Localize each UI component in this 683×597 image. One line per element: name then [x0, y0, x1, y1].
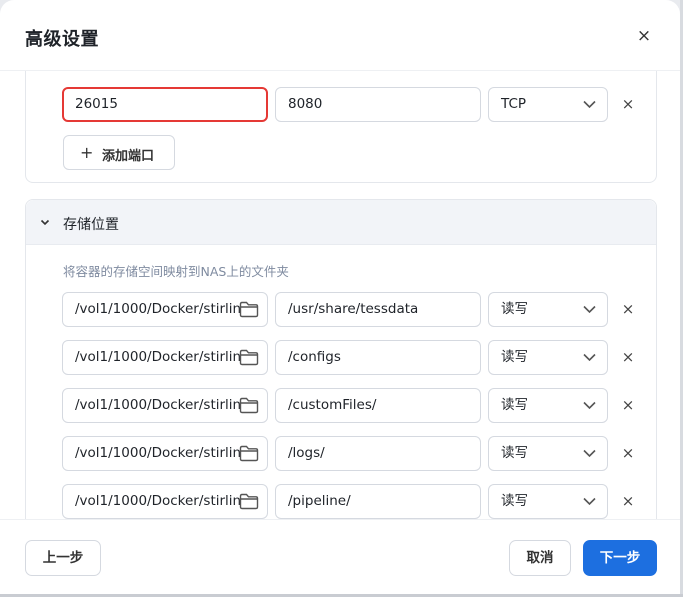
container-path-value: /pipeline/ [288, 493, 351, 509]
host-path-input[interactable]: /vol1/1000/Docker/stirlin [62, 292, 268, 327]
remove-port-icon[interactable]: × [621, 97, 635, 112]
remove-mount-icon[interactable]: × [621, 350, 635, 365]
remove-mount-icon[interactable]: × [621, 302, 635, 317]
mode-value: 读写 [501, 493, 528, 509]
advanced-settings-dialog: 高级设置 × 26015 8080 TCP × + 添加端口 存储位置 将容器的… [0, 0, 680, 597]
host-path-value: /vol1/1000/Docker/stirlin [75, 301, 242, 317]
container-path-value: /customFiles/ [288, 397, 377, 413]
chevron-down-icon [583, 401, 596, 410]
mode-select[interactable]: 读写 [488, 484, 608, 519]
mode-value: 读写 [501, 349, 528, 365]
add-port-button[interactable]: + 添加端口 [63, 135, 175, 170]
host-path-input[interactable]: /vol1/1000/Docker/stirlin [62, 388, 268, 423]
folder-icon[interactable] [239, 397, 259, 414]
chevron-down-icon[interactable] [38, 215, 52, 229]
mode-value: 读写 [501, 301, 528, 317]
dialog-title: 高级设置 [25, 29, 99, 50]
storage-section-title: 存储位置 [63, 217, 119, 233]
folder-icon[interactable] [239, 445, 259, 462]
container-path-input[interactable]: /customFiles/ [275, 388, 481, 423]
container-port-value: 8080 [288, 96, 323, 112]
host-port-value: 26015 [75, 96, 118, 112]
remove-mount-icon[interactable]: × [621, 494, 635, 509]
folder-icon[interactable] [239, 349, 259, 366]
cancel-button[interactable]: 取消 [509, 540, 571, 576]
close-icon[interactable]: × [635, 27, 653, 45]
mode-select[interactable]: 读写 [488, 436, 608, 471]
mode-select[interactable]: 读写 [488, 292, 608, 327]
chevron-down-icon [583, 100, 596, 109]
chevron-down-icon [583, 449, 596, 458]
storage-card: 存储位置 将容器的存储空间映射到NAS上的文件夹 /vol1/1000/Dock… [25, 199, 657, 519]
container-path-input[interactable]: /logs/ [275, 436, 481, 471]
folder-icon[interactable] [239, 301, 259, 318]
dialog-content[interactable]: 26015 8080 TCP × + 添加端口 存储位置 将容器的存储空间映射到… [0, 71, 680, 519]
add-port-label: 添加端口 [102, 149, 155, 164]
mode-select[interactable]: 读写 [488, 340, 608, 375]
next-step-button[interactable]: 下一步 [583, 540, 657, 576]
container-path-value: /configs [288, 349, 341, 365]
host-path-value: /vol1/1000/Docker/stirlin [75, 349, 242, 365]
folder-icon[interactable] [239, 493, 259, 510]
container-path-input[interactable]: /pipeline/ [275, 484, 481, 519]
host-path-value: /vol1/1000/Docker/stirlin [75, 397, 242, 413]
remove-mount-icon[interactable]: × [621, 398, 635, 413]
storage-section-header[interactable]: 存储位置 [26, 200, 656, 245]
protocol-select[interactable]: TCP [488, 87, 608, 122]
mode-select[interactable]: 读写 [488, 388, 608, 423]
mode-value: 读写 [501, 445, 528, 461]
mode-value: 读写 [501, 397, 528, 413]
host-path-input[interactable]: /vol1/1000/Docker/stirlin [62, 340, 268, 375]
remove-mount-icon[interactable]: × [621, 446, 635, 461]
host-path-input[interactable]: /vol1/1000/Docker/stirlin [62, 484, 268, 519]
prev-step-button[interactable]: 上一步 [25, 540, 101, 576]
container-port-input[interactable]: 8080 [275, 87, 481, 122]
chevron-down-icon [583, 305, 596, 314]
container-path-input[interactable]: /configs [275, 340, 481, 375]
container-path-value: /usr/share/tessdata [288, 301, 419, 317]
chevron-down-icon [583, 497, 596, 506]
storage-hint: 将容器的存储空间映射到NAS上的文件夹 [63, 264, 289, 279]
host-path-input[interactable]: /vol1/1000/Docker/stirlin [62, 436, 268, 471]
plus-icon: + [80, 143, 94, 162]
chevron-down-icon [583, 353, 596, 362]
host-path-value: /vol1/1000/Docker/stirlin [75, 445, 242, 461]
protocol-value: TCP [501, 96, 527, 112]
host-port-input[interactable]: 26015 [62, 87, 268, 122]
host-path-value: /vol1/1000/Docker/stirlin [75, 493, 242, 509]
container-path-value: /logs/ [288, 445, 325, 461]
port-mapping-card: 26015 8080 TCP × + 添加端口 [25, 71, 657, 183]
container-path-input[interactable]: /usr/share/tessdata [275, 292, 481, 327]
footer-divider [0, 519, 680, 520]
